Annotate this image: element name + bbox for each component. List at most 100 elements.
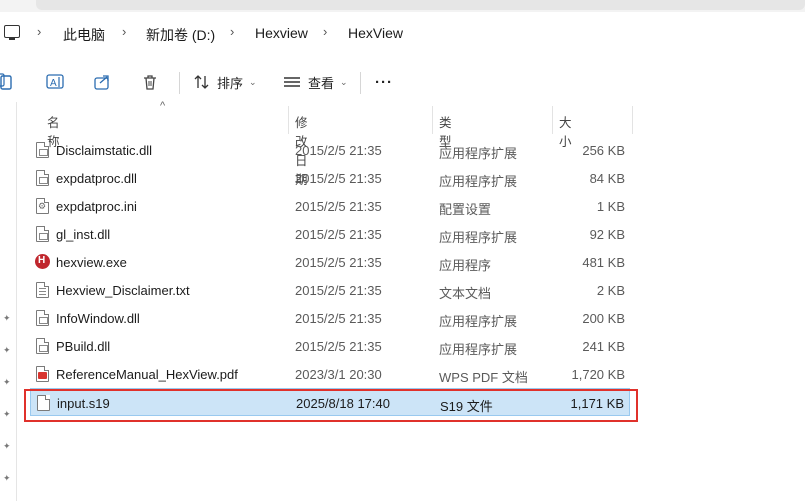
dll-file-icon (36, 338, 49, 354)
file-size: 1 KB (596, 199, 625, 214)
file-modified-date: 2015/2/5 21:35 (295, 283, 382, 298)
chevron-right-icon[interactable]: › (230, 24, 234, 39)
highlight-box (24, 389, 638, 422)
view-label: 查看 (308, 75, 335, 91)
file-type: 配置设置 (439, 202, 492, 217)
view-button[interactable]: 查看 ⌄ (283, 70, 348, 94)
file-size: 241 KB (582, 339, 625, 354)
file-row[interactable]: expdatproc.ini 2015/2/5 21:35 配置设置 1 KB (30, 192, 630, 220)
rename-icon: A (46, 74, 64, 89)
navigation-pane[interactable]: ✦ ✦ ✦ ✦ ✦ ✦ (0, 102, 17, 501)
rename-button[interactable]: A (46, 70, 66, 94)
text-file-icon (36, 282, 49, 298)
breadcrumb-hexview-sub[interactable]: HexView (348, 25, 403, 41)
pin-icon[interactable]: ✦ (3, 441, 13, 451)
file-row[interactable]: InfoWindow.dll 2015/2/5 21:35 应用程序扩展 200 KB (30, 304, 630, 332)
file-name: Disclaimstatic.dll (56, 143, 153, 158)
pin-icon[interactable]: ✦ (3, 313, 13, 323)
dll-file-icon (36, 310, 49, 326)
pin-icon[interactable]: ✦ (3, 345, 13, 355)
share-icon (94, 75, 109, 90)
file-type: 文本文档 (439, 286, 492, 301)
delete-button[interactable] (141, 70, 159, 94)
file-list-area: ✦ ✦ ✦ ✦ ✦ ✦ ^ 名称 修改日期 类型 大小 Disclaimstat… (0, 100, 805, 501)
file-name: expdatproc.dll (56, 171, 137, 186)
file-type: 应用程序扩展 (439, 230, 518, 245)
copy-button[interactable] (0, 70, 14, 94)
pin-icon[interactable]: ✦ (3, 409, 13, 419)
file-size: 1,720 KB (571, 367, 626, 382)
sort-icon (194, 75, 209, 89)
file-row[interactable]: PBuild.dll 2015/2/5 21:35 应用程序扩展 241 KB (30, 332, 630, 360)
file-size: 2 KB (596, 283, 625, 298)
file-name: PBuild.dll (56, 339, 111, 354)
title-strip (0, 0, 805, 12)
sort-button[interactable]: 排序 ⌄ (193, 70, 257, 94)
chevron-down-icon: ⌄ (340, 76, 348, 87)
copy-icon (0, 73, 12, 90)
file-type: 应用程序 (439, 258, 492, 273)
chevron-right-icon[interactable]: › (122, 24, 126, 39)
chevron-down-icon: ⌄ (249, 76, 257, 87)
file-modified-date: 2015/2/5 21:35 (295, 171, 382, 186)
column-divider[interactable] (632, 106, 633, 134)
column-divider[interactable] (432, 106, 433, 134)
breadcrumb-drive-d[interactable]: 新加卷 (D:) (146, 25, 215, 45)
hexview-app-icon (35, 254, 50, 269)
file-modified-date: 2023/3/1 20:30 (295, 367, 382, 382)
file-name: gl_inst.dll (56, 227, 111, 242)
more-options-button[interactable]: ··· (375, 70, 393, 94)
sort-label: 排序 (217, 75, 244, 91)
file-row[interactable]: Disclaimstatic.dll 2015/2/5 21:35 应用程序扩展 25… (30, 136, 630, 164)
breadcrumb-this-pc[interactable]: 此电脑 (63, 25, 105, 45)
column-divider[interactable] (552, 106, 553, 134)
dll-file-icon (36, 142, 49, 158)
file-size: 200 KB (582, 311, 625, 326)
pin-icon[interactable]: ✦ (3, 473, 13, 483)
share-button[interactable] (93, 70, 113, 94)
file-type: WPS PDF 文档 (439, 370, 528, 385)
file-size: 256 KB (582, 143, 625, 158)
file-type: 应用程序扩展 (439, 174, 518, 189)
file-size: 92 KB (589, 227, 625, 242)
file-modified-date: 2015/2/5 21:35 (295, 227, 382, 242)
file-modified-date: 2015/2/5 21:35 (295, 311, 382, 326)
trash-icon (144, 75, 156, 90)
pin-icon[interactable]: ✦ (3, 377, 13, 387)
chevron-right-icon[interactable]: › (323, 24, 327, 39)
toolbar-divider (360, 72, 361, 94)
file-type: 应用程序扩展 (439, 342, 518, 357)
file-modified-date: 2015/2/5 21:35 (295, 199, 382, 214)
this-pc-icon[interactable] (4, 25, 20, 40)
file-modified-date: 2015/2/5 21:35 (295, 255, 382, 270)
file-name: InfoWindow.dll (56, 311, 140, 326)
sort-ascending-icon: ^ (160, 100, 166, 112)
file-modified-date: 2015/2/5 21:35 (295, 339, 382, 354)
view-icon (284, 77, 300, 87)
file-name: Hexview_Disclaimer.txt (56, 283, 190, 298)
file-row[interactable]: hexview.exe 2015/2/5 21:35 应用程序 481 KB (30, 248, 630, 276)
pdf-file-icon (36, 366, 49, 382)
file-row[interactable]: gl_inst.dll 2015/2/5 21:35 应用程序扩展 92 KB (30, 220, 630, 248)
file-name: ReferenceManual_HexView.pdf (56, 367, 238, 382)
svg-text:A: A (50, 78, 57, 89)
file-modified-date: 2015/2/5 21:35 (295, 143, 382, 158)
column-divider[interactable] (288, 106, 289, 134)
chevron-right-icon[interactable]: › (37, 24, 41, 39)
file-type: 应用程序扩展 (439, 146, 518, 161)
search-bar-edge[interactable] (36, 0, 805, 10)
file-row[interactable]: ReferenceManual_HexView.pdf 2023/3/1 20:3… (30, 360, 630, 388)
file-row[interactable]: Hexview_Disclaimer.txt 2015/2/5 21:35 文本文档… (30, 276, 630, 304)
breadcrumb-hexview[interactable]: Hexview (255, 25, 308, 41)
file-name: expdatproc.ini (56, 199, 137, 214)
file-name: hexview.exe (56, 255, 127, 270)
command-bar: A 排序 ⌄ 查看 ⌄ ··· (0, 62, 805, 102)
file-size: 84 KB (589, 171, 625, 186)
address-bar[interactable]: › 此电脑 › 新加卷 (D:) › Hexview › HexView (0, 18, 805, 48)
toolbar-divider (179, 72, 180, 94)
settings-file-icon (36, 198, 49, 214)
file-type: 应用程序扩展 (439, 314, 518, 329)
file-row[interactable]: expdatproc.dll 2015/2/5 21:35 应用程序扩展 84 KB (30, 164, 630, 192)
file-size: 481 KB (582, 255, 625, 270)
dll-file-icon (36, 170, 49, 186)
